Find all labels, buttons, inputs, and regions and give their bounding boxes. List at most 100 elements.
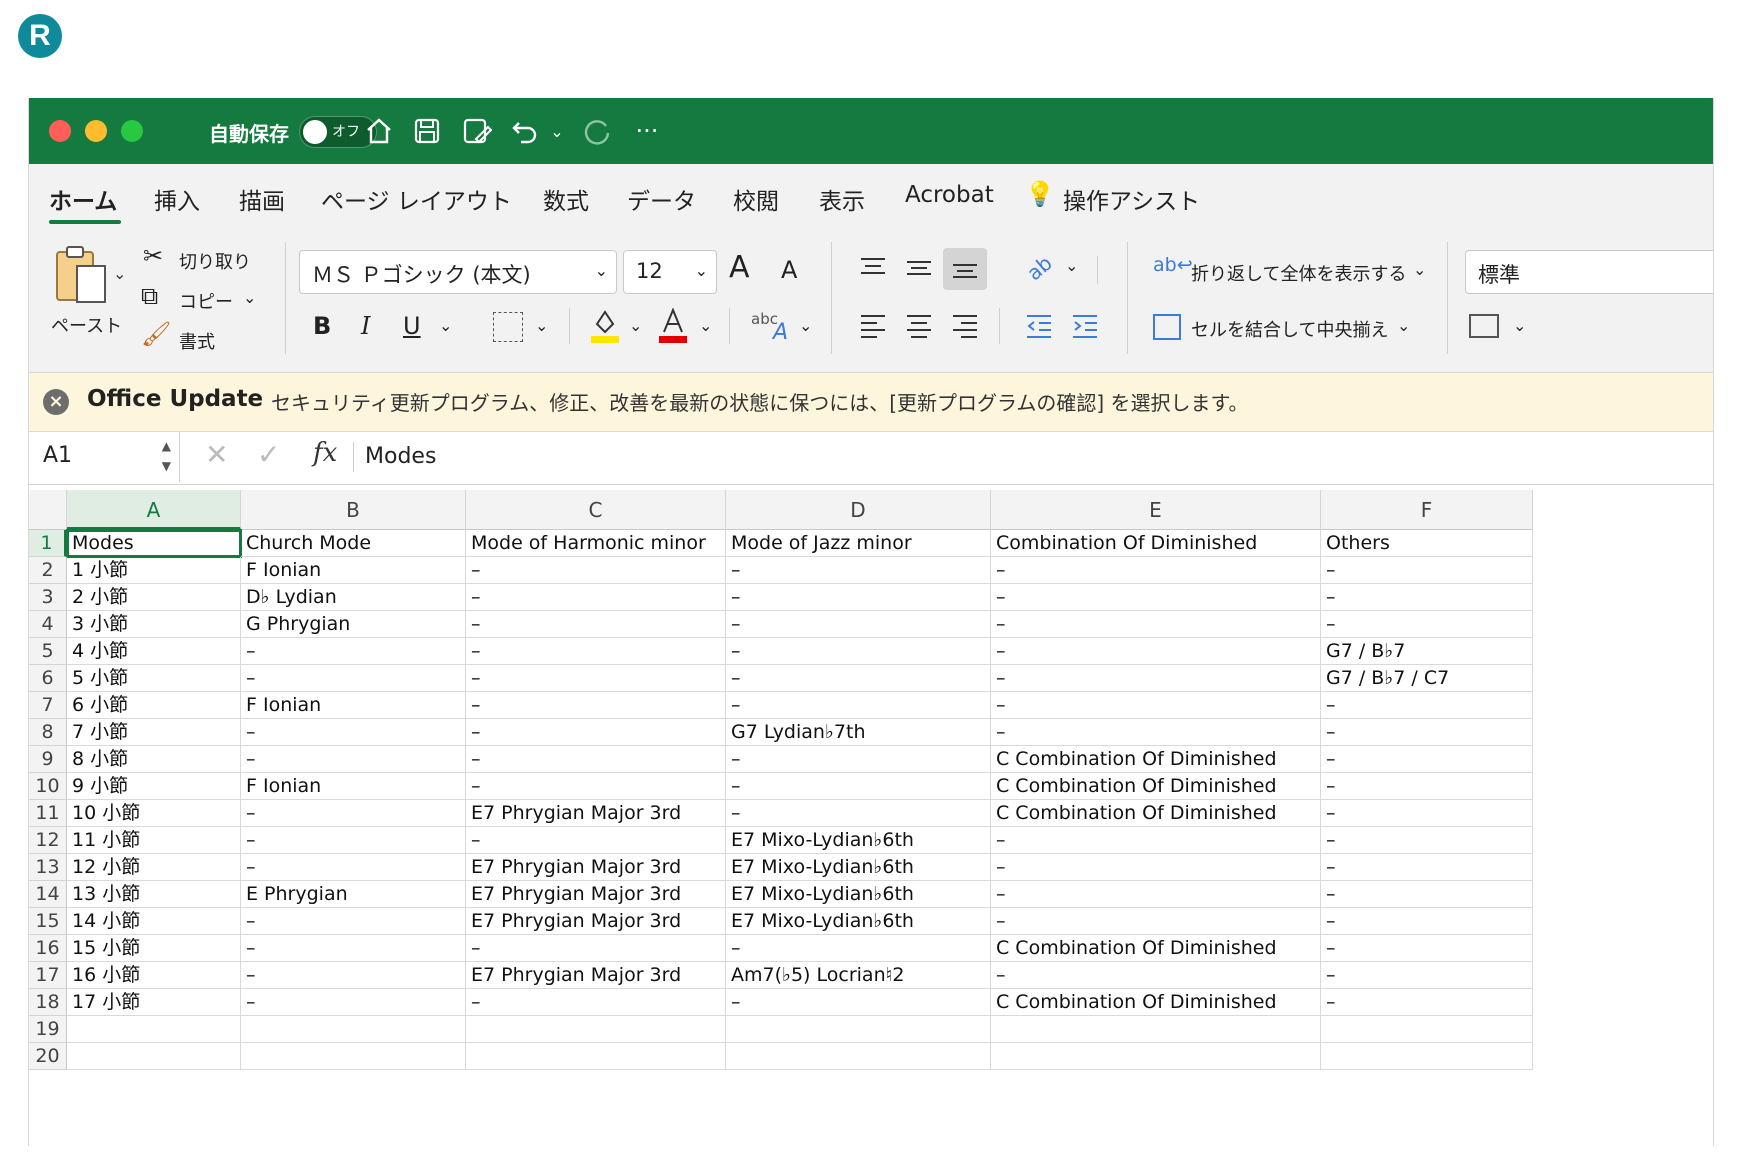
cell-B18[interactable]: –	[241, 989, 466, 1016]
cell-A1[interactable]: Modes	[66, 529, 242, 558]
cell-E15[interactable]: –	[991, 908, 1321, 935]
cell-F7[interactable]: –	[1321, 692, 1533, 719]
cell-E1[interactable]: Combination Of Diminished	[991, 530, 1321, 557]
column-header[interactable]: D	[726, 490, 991, 530]
cell-A19[interactable]	[67, 1016, 241, 1043]
paste-label[interactable]: ペースト	[51, 312, 122, 338]
orientation-icon[interactable]: ab	[1019, 248, 1059, 288]
cell-E18[interactable]: C Combination Of Diminished	[991, 989, 1321, 1016]
cell-C6[interactable]: –	[466, 665, 726, 692]
cell-A9[interactable]: 8 小節	[67, 746, 241, 773]
tab-insert[interactable]: 挿入	[154, 182, 200, 216]
column-header[interactable]: E	[991, 490, 1321, 530]
cell-E9[interactable]: C Combination Of Diminished	[991, 746, 1321, 773]
cell-C14[interactable]: E7 Phrygian Major 3rd	[466, 881, 726, 908]
cell-B20[interactable]	[241, 1043, 466, 1070]
undo-icon[interactable]	[505, 112, 545, 150]
fill-color-icon[interactable]	[589, 306, 621, 344]
cell-F16[interactable]: –	[1321, 935, 1533, 962]
cell-C1[interactable]: Mode of Harmonic minor	[466, 530, 726, 557]
cell-D8[interactable]: G7 Lydian♭7th	[726, 719, 991, 746]
increase-font-size-icon[interactable]: A	[729, 250, 750, 285]
column-header[interactable]: A	[67, 490, 241, 530]
cancel-edit-icon[interactable]: ✕	[205, 438, 228, 471]
row-header[interactable]: 14	[29, 881, 67, 908]
align-center-icon[interactable]	[899, 306, 939, 346]
cell-D15[interactable]: E7 Mixo-Lydian♭6th	[726, 908, 991, 935]
row-header[interactable]: 4	[29, 611, 67, 638]
merge-center-icon[interactable]	[1153, 314, 1181, 340]
copy-icon[interactable]: ⧉	[141, 282, 158, 310]
underline-dropdown-chevron-icon[interactable]: ⌄	[439, 316, 452, 335]
cell-E14[interactable]: –	[991, 881, 1321, 908]
cell-F18[interactable]: –	[1321, 989, 1533, 1016]
row-header[interactable]: 10	[29, 773, 67, 800]
cell-C11[interactable]: E7 Phrygian Major 3rd	[466, 800, 726, 827]
cell-E19[interactable]	[991, 1016, 1321, 1043]
cell-A3[interactable]: 2 小節	[67, 584, 241, 611]
cell-A6[interactable]: 5 小節	[67, 665, 241, 692]
cell-C8[interactable]: –	[466, 719, 726, 746]
copy-dropdown-chevron-icon[interactable]: ⌄	[243, 288, 256, 307]
cell-D10[interactable]: –	[726, 773, 991, 800]
cell-D6[interactable]: –	[726, 665, 991, 692]
name-box[interactable]: A1 ▲ ▼	[29, 432, 180, 482]
tab-tell-me[interactable]: 操作アシスト	[1063, 182, 1200, 216]
cell-A16[interactable]: 15 小節	[67, 935, 241, 962]
cell-F19[interactable]	[1321, 1016, 1533, 1043]
cell-C16[interactable]: –	[466, 935, 726, 962]
cell-E8[interactable]: –	[991, 719, 1321, 746]
cell-A2[interactable]: 1 小節	[67, 557, 241, 584]
cell-C10[interactable]: –	[466, 773, 726, 800]
borders-icon[interactable]	[493, 312, 523, 342]
align-middle-icon[interactable]	[899, 248, 939, 288]
minimize-window-button[interactable]	[85, 120, 107, 142]
underline-button[interactable]: U	[403, 312, 421, 340]
scissors-icon[interactable]: ✂	[143, 242, 163, 270]
cell-D18[interactable]: –	[726, 989, 991, 1016]
cell-B19[interactable]	[241, 1016, 466, 1043]
cell-F17[interactable]: –	[1321, 962, 1533, 989]
cell-A15[interactable]: 14 小節	[67, 908, 241, 935]
tab-view[interactable]: 表示	[819, 182, 865, 216]
column-header[interactable]: C	[466, 490, 726, 530]
cell-D5[interactable]: –	[726, 638, 991, 665]
cell-D9[interactable]: –	[726, 746, 991, 773]
tab-review[interactable]: 校閲	[733, 182, 779, 216]
cell-B5[interactable]: –	[241, 638, 466, 665]
row-header[interactable]: 15	[29, 908, 67, 935]
cell-C15[interactable]: E7 Phrygian Major 3rd	[466, 908, 726, 935]
italic-button[interactable]: I	[361, 312, 370, 340]
tab-formulas[interactable]: 数式	[543, 182, 589, 216]
currency-dropdown-chevron-icon[interactable]: ⌄	[1513, 316, 1526, 335]
cell-B8[interactable]: –	[241, 719, 466, 746]
decrease-indent-icon[interactable]	[1019, 306, 1059, 346]
cell-A7[interactable]: 6 小節	[67, 692, 241, 719]
cell-C17[interactable]: E7 Phrygian Major 3rd	[466, 962, 726, 989]
cell-B17[interactable]: –	[241, 962, 466, 989]
cell-B3[interactable]: D♭ Lydian	[241, 584, 466, 611]
cell-B16[interactable]: –	[241, 935, 466, 962]
cell-B11[interactable]: –	[241, 800, 466, 827]
cell-F20[interactable]	[1321, 1043, 1533, 1070]
zoom-window-button[interactable]	[121, 120, 143, 142]
align-left-icon[interactable]	[853, 306, 893, 346]
cell-D4[interactable]: –	[726, 611, 991, 638]
cell-A13[interactable]: 12 小節	[67, 854, 241, 881]
cut-label[interactable]: 切り取り	[179, 248, 251, 274]
tab-data[interactable]: データ	[627, 182, 696, 216]
increase-indent-icon[interactable]	[1065, 306, 1105, 346]
cell-A20[interactable]	[67, 1043, 241, 1070]
paste-dropdown-chevron-icon[interactable]: ⌄	[113, 264, 126, 283]
row-header[interactable]: 3	[29, 584, 67, 611]
cell-E3[interactable]: –	[991, 584, 1321, 611]
bold-button[interactable]: B	[313, 312, 331, 340]
merge-dropdown-chevron-icon[interactable]: ⌄	[1397, 316, 1410, 335]
cell-B2[interactable]: F Ionian	[241, 557, 466, 584]
cell-C20[interactable]	[466, 1043, 726, 1070]
phonetic-dropdown-chevron-icon[interactable]: ⌄	[799, 316, 812, 335]
number-format-select[interactable]: 標準	[1465, 250, 1713, 294]
cell-A18[interactable]: 17 小節	[67, 989, 241, 1016]
cell-E11[interactable]: C Combination Of Diminished	[991, 800, 1321, 827]
wrap-text-label[interactable]: 折り返して全体を表示する	[1191, 260, 1406, 286]
